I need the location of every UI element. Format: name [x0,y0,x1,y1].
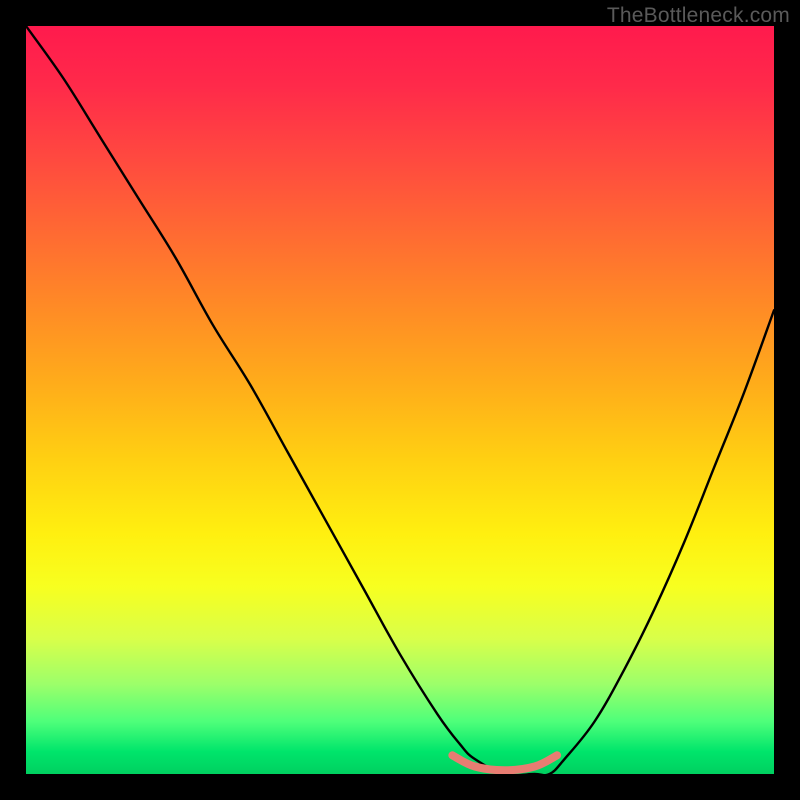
chart-frame: TheBottleneck.com [0,0,800,800]
highlight-segment [452,755,557,770]
curve-overlay [26,26,774,774]
watermark-text: TheBottleneck.com [607,4,790,28]
bottleneck-curve [26,26,774,774]
plot-area [26,26,774,774]
